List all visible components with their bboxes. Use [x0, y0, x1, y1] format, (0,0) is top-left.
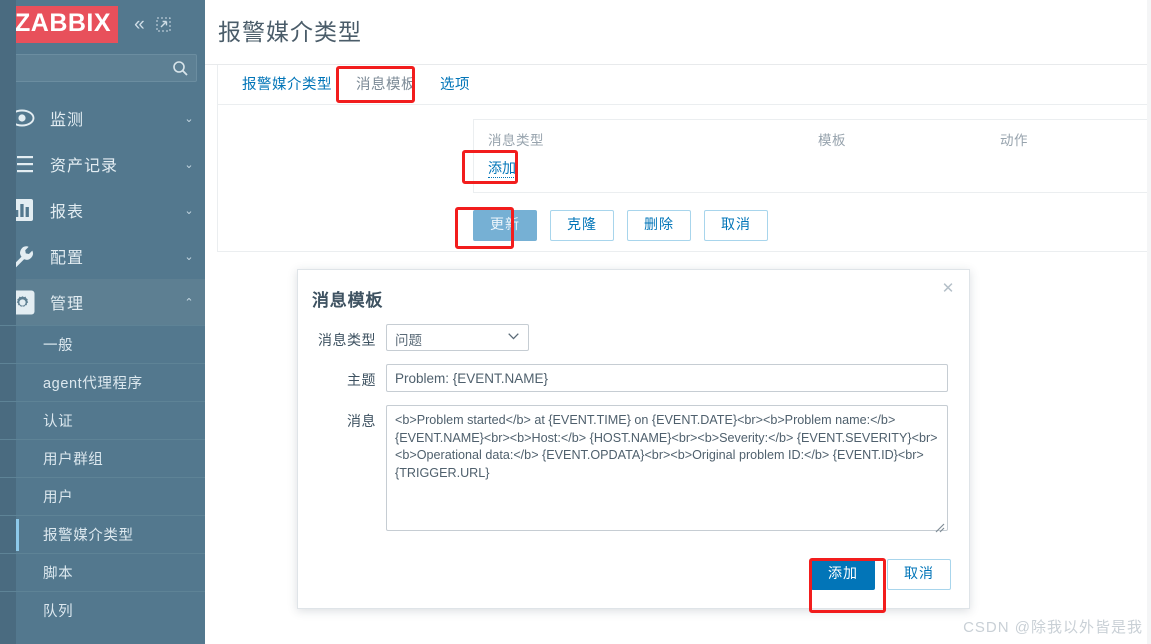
search-input[interactable]	[9, 55, 196, 81]
dialog-body: 消息类型 问题 主题 消息	[298, 324, 969, 536]
sidebar-subitem-authentication[interactable]: 认证	[0, 401, 205, 439]
tab-bar: 报警媒介类型 消息模板 选项	[218, 65, 1150, 105]
sidebar-subitem-label: 用户群组	[43, 452, 104, 468]
message-type-label: 消息类型	[318, 332, 376, 348]
chevron-down-icon: ⌄	[184, 250, 194, 263]
chevron-down-icon: ⌄	[184, 112, 194, 125]
sidebar-subitem-label: 脚本	[43, 566, 74, 582]
delete-button[interactable]: 删除	[627, 210, 691, 241]
right-page-edge	[1147, 0, 1151, 644]
form-area: 消息类型 模板 动作 添加 更新 克隆 删除 取消	[218, 105, 1151, 251]
sidebar-item-reports[interactable]: 报表 ⌄	[0, 187, 205, 233]
column-header-action: 动作	[1000, 133, 1028, 148]
sidebar-header: ZABBIX «	[0, 0, 205, 48]
watermark: CSDN @除我以外皆是我	[963, 619, 1143, 636]
expand-frame-icon[interactable]	[156, 17, 171, 32]
media-type-card: 报警媒介类型 消息模板 选项 消息类型 模板 动作 添加 更新 克隆 删除 取消	[217, 65, 1151, 252]
search-box[interactable]	[8, 54, 197, 82]
field-message: 消息	[298, 405, 951, 536]
tab-media-type[interactable]: 报警媒介类型	[230, 66, 344, 104]
sidebar-item-label: 配置	[50, 250, 85, 267]
dialog-header: 消息模板 ✕	[298, 270, 969, 324]
dialog-add-button[interactable]: 添加	[811, 559, 875, 590]
column-header-message-type: 消息类型	[488, 133, 544, 148]
sidebar-subitem-user-groups[interactable]: 用户群组	[0, 439, 205, 477]
sidebar-subitem-general[interactable]: 一般	[0, 325, 205, 363]
update-button[interactable]: 更新	[473, 210, 537, 241]
sidebar-subitem-label: 认证	[43, 414, 74, 430]
sidebar-subitem-label: 队列	[43, 604, 74, 620]
sidebar-item-label: 报表	[50, 204, 85, 221]
sidebar-item-inventory[interactable]: 资产记录 ⌄	[0, 141, 205, 187]
page-title: 报警媒介类型	[218, 19, 362, 45]
sidebar-submenu-administration: 一般 agent代理程序 认证 用户群组 用户 报警媒介类型 脚本 队列	[0, 0, 205, 644]
field-subject: 主题	[298, 364, 951, 392]
sidebar-item-configuration[interactable]: 配置 ⌄	[0, 233, 205, 279]
message-type-select[interactable]: 问题	[386, 324, 529, 351]
clone-button[interactable]: 克隆	[550, 210, 614, 241]
dialog-title: 消息模板	[312, 291, 384, 310]
dialog-footer: 添加 取消	[298, 549, 969, 590]
sidebar-subitem-label: 用户	[43, 490, 74, 506]
sidebar-item-label: 监测	[50, 112, 85, 129]
message-type-value: 问题	[395, 333, 422, 348]
sidebar: ZABBIX « 监测 ⌄ 资产记录 ⌄ 报表 ⌄ 配置 ⌄ 管理 ⌃ 一般 a…	[0, 0, 205, 644]
chevron-down-icon: ⌄	[184, 158, 194, 171]
message-template-dialog: 消息模板 ✕ 消息类型 问题 主题 Problem: {EVENT.NAME} …	[297, 269, 970, 609]
close-icon[interactable]: ✕	[939, 280, 957, 298]
sidebar-subitem-queue[interactable]: 队列	[0, 591, 205, 629]
tab-message-templates[interactable]: 消息模板	[344, 66, 428, 104]
sidebar-subitem-label: 报警媒介类型	[43, 528, 134, 544]
sidebar-search-wrap	[0, 48, 205, 92]
sidebar-item-monitoring[interactable]: 监测 ⌄	[0, 95, 205, 141]
chevron-down-icon: ⌄	[184, 204, 194, 217]
message-label: 消息	[347, 413, 376, 429]
message-templates-table: 消息类型 模板 动作 添加	[473, 119, 1151, 193]
dialog-cancel-button[interactable]: 取消	[887, 559, 951, 590]
sidebar-subitem-proxies[interactable]: agent代理程序	[0, 363, 205, 401]
cancel-button[interactable]: 取消	[704, 210, 768, 241]
zabbix-logo: ZABBIX	[8, 5, 119, 43]
column-header-template: 模板	[818, 133, 846, 148]
sidebar-subitem-scripts[interactable]: 脚本	[0, 553, 205, 591]
table-header-row: 消息类型 模板 动作	[474, 120, 1151, 156]
sidebar-item-label: 资产记录	[50, 158, 119, 175]
message-textarea[interactable]	[386, 405, 948, 531]
chevron-down-icon	[508, 333, 519, 340]
sidebar-menu: 监测 ⌄ 资产记录 ⌄ 报表 ⌄ 配置 ⌄ 管理 ⌃ 一般 agent代理程序 …	[0, 0, 205, 644]
sidebar-subitem-media-types[interactable]: 报警媒介类型	[0, 515, 205, 553]
sidebar-subitem-label: 一般	[43, 338, 74, 354]
add-message-template-link[interactable]: 添加	[488, 159, 516, 178]
sidebar-item-label: 管理	[50, 296, 85, 313]
subject-input[interactable]	[386, 364, 948, 392]
search-icon	[173, 61, 188, 76]
field-message-type: 消息类型 问题	[298, 324, 951, 351]
sidebar-subitem-users[interactable]: 用户	[0, 477, 205, 515]
tab-options[interactable]: 选项	[428, 66, 482, 104]
subject-label: 主题	[347, 372, 376, 388]
app-root: ZABBIX « 监测 ⌄ 资产记录 ⌄ 报表 ⌄ 配置 ⌄ 管理 ⌃ 一般 a…	[0, 0, 1151, 644]
table-body: 添加	[474, 156, 1151, 192]
collapse-sidebar-icon[interactable]: «	[134, 15, 145, 34]
sidebar-item-administration[interactable]: 管理 ⌃	[0, 279, 205, 325]
sidebar-subitem-label: agent代理程序	[43, 376, 143, 392]
form-button-row: 更新 克隆 删除 取消	[473, 210, 1150, 241]
chevron-up-icon: ⌃	[184, 296, 194, 309]
